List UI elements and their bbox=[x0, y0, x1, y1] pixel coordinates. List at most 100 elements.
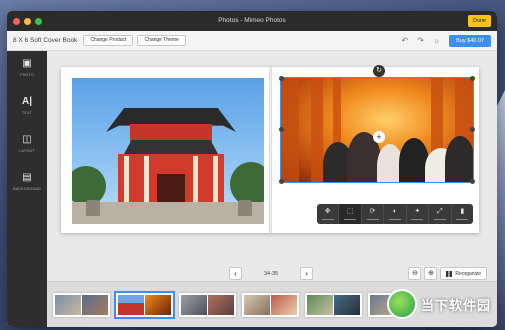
enhance-tool[interactable]: ✦ bbox=[407, 204, 430, 224]
layout-icon: ◫ bbox=[22, 134, 32, 145]
change-theme-button[interactable]: Change Theme bbox=[137, 35, 186, 46]
resize-handle[interactable] bbox=[470, 76, 475, 81]
page-thumbnail bbox=[118, 294, 144, 315]
tool-label-bar bbox=[366, 218, 379, 221]
temple-lower-roof bbox=[124, 140, 218, 154]
window-title: Photos - Mimeo Photos bbox=[218, 17, 286, 24]
filmstrip-spread-selected[interactable] bbox=[114, 290, 175, 319]
page-thumbnail bbox=[334, 294, 360, 315]
photo-icon: ▣ bbox=[22, 58, 32, 69]
book-spread: ↻ + ✥ ⬚ ⟳ ◐ ✦ ⤢ ▮ bbox=[61, 65, 479, 233]
page-thumbnail bbox=[145, 294, 171, 315]
zoom-out-icon[interactable]: ⊖ bbox=[408, 267, 422, 280]
reorganize-label: Reorganize bbox=[455, 270, 481, 277]
right-page-photo-selected[interactable] bbox=[280, 77, 474, 183]
page-thumbnail bbox=[181, 294, 207, 315]
temple-column bbox=[193, 156, 198, 206]
tool-label-bar bbox=[388, 218, 401, 221]
crop-tool[interactable]: ⬚ bbox=[339, 204, 362, 224]
resize-handle[interactable] bbox=[470, 127, 475, 132]
page-range: 34-35 bbox=[264, 270, 279, 277]
sidebar-item-label: BACKGROUND bbox=[13, 187, 41, 191]
rotate-tool[interactable]: ⟳ bbox=[362, 204, 385, 224]
sidebar-item-photo[interactable]: ▣ PHOTO bbox=[7, 51, 47, 89]
temple-upper bbox=[130, 124, 212, 142]
stone-lantern bbox=[238, 200, 252, 216]
page-thumbnail bbox=[307, 294, 333, 315]
site-watermark: 当下软件园 bbox=[386, 289, 491, 319]
torii-gate bbox=[311, 78, 323, 182]
filmstrip-spread[interactable] bbox=[305, 292, 362, 317]
page-thumbnail bbox=[208, 294, 234, 315]
crop-icon: ⬚ bbox=[346, 207, 354, 215]
book-title: 8 X 6 Soft Cover Book bbox=[13, 37, 78, 44]
watermark-text: 当下软件园 bbox=[420, 297, 491, 313]
rotate-icon[interactable]: ↻ bbox=[373, 65, 385, 77]
resize-handle[interactable] bbox=[279, 127, 284, 132]
temple-column bbox=[213, 156, 218, 206]
page-navigator: ‹ 34-35 › bbox=[229, 267, 314, 280]
tool-label-bar bbox=[456, 218, 469, 221]
resize-handle[interactable] bbox=[470, 179, 475, 184]
grid-icon bbox=[446, 270, 453, 277]
filmstrip-spread[interactable] bbox=[53, 292, 110, 317]
tool-label-bar bbox=[411, 218, 424, 221]
tool-label-bar bbox=[321, 218, 334, 221]
stone-lantern bbox=[86, 200, 100, 216]
fit-tool[interactable]: ⤢ bbox=[429, 204, 452, 224]
swap-tool[interactable]: ✥ bbox=[317, 204, 340, 224]
sidebar-item-label: TEXT bbox=[22, 111, 32, 115]
text-icon: A| bbox=[21, 96, 33, 107]
watermark-logo bbox=[386, 289, 417, 319]
left-page-photo[interactable] bbox=[72, 78, 264, 224]
change-product-button[interactable]: Change Product bbox=[83, 35, 134, 46]
done-button[interactable]: Done bbox=[467, 15, 491, 27]
resize-handle[interactable] bbox=[279, 179, 284, 184]
temple-door bbox=[157, 174, 185, 204]
ground bbox=[72, 202, 264, 224]
add-photo-icon[interactable]: + bbox=[373, 131, 385, 143]
book-spine bbox=[269, 67, 272, 233]
toolbar: 8 X 6 Soft Cover Book Change Product Cha… bbox=[7, 31, 497, 51]
swap-icon: ✥ bbox=[324, 207, 331, 215]
undo-icon[interactable]: ↶ bbox=[401, 35, 408, 47]
filter-tool[interactable]: ◐ bbox=[384, 204, 407, 224]
lightbulb-icon[interactable]: ☼ bbox=[433, 35, 440, 47]
editor-canvas: ↻ + ✥ ⬚ ⟳ ◐ ✦ ⤢ ▮ ‹ 34-35 › ⊖ ⊕ Reorgani… bbox=[47, 51, 497, 327]
filter-icon: ◐ bbox=[392, 207, 398, 215]
sidebar-item-label: PHOTO bbox=[20, 73, 34, 77]
expand-icon: ⤢ bbox=[437, 207, 443, 215]
toolbar-right: ↶ ↷ ☼ Buy $40.07 bbox=[401, 35, 491, 47]
resize-handle[interactable] bbox=[279, 76, 284, 81]
temple-column bbox=[124, 156, 129, 206]
app-window: Photos - Mimeo Photos Done 8 X 6 Soft Co… bbox=[7, 11, 497, 327]
photo-edit-toolbar: ✥ ⬚ ⟳ ◐ ✦ ⤢ ▮ bbox=[317, 204, 473, 224]
chevron-left-icon[interactable]: ‹ bbox=[229, 267, 242, 280]
sidebar-item-label: LAYOUT bbox=[19, 149, 35, 153]
page-thumbnail bbox=[271, 294, 297, 315]
sidebar-item-layout[interactable]: ◫ LAYOUT bbox=[7, 127, 47, 165]
chevron-right-icon[interactable]: › bbox=[300, 267, 314, 280]
sidebar-item-text[interactable]: A| TEXT bbox=[7, 89, 47, 127]
page-thumbnail bbox=[82, 294, 108, 315]
buy-button[interactable]: Buy $40.07 bbox=[449, 35, 491, 47]
trash-icon: ▮ bbox=[460, 207, 465, 215]
sidebar: ▣ PHOTO A| TEXT ◫ LAYOUT ▤ BACKGROUND bbox=[7, 51, 47, 327]
title-bar: Photos - Mimeo Photos Done bbox=[7, 11, 497, 31]
zoom-in-icon[interactable]: ⊕ bbox=[424, 267, 438, 280]
page-thumbnail bbox=[55, 294, 81, 315]
filmstrip-spread[interactable] bbox=[242, 292, 299, 317]
reorganize-button[interactable]: Reorganize bbox=[440, 267, 487, 280]
filmstrip-spread[interactable] bbox=[179, 292, 236, 317]
page-thumbnail bbox=[244, 294, 270, 315]
tool-label-bar bbox=[433, 218, 446, 221]
temple-column bbox=[144, 156, 149, 206]
tool-label-bar bbox=[344, 218, 357, 221]
background-icon: ▤ bbox=[22, 172, 32, 183]
enhance-icon: ✦ bbox=[414, 207, 421, 215]
crowd-figure bbox=[445, 136, 473, 182]
redo-icon[interactable]: ↷ bbox=[417, 35, 424, 47]
rotate-icon: ⟳ bbox=[369, 207, 376, 215]
delete-tool[interactable]: ▮ bbox=[452, 204, 473, 224]
sidebar-item-background[interactable]: ▤ BACKGROUND bbox=[7, 165, 47, 203]
